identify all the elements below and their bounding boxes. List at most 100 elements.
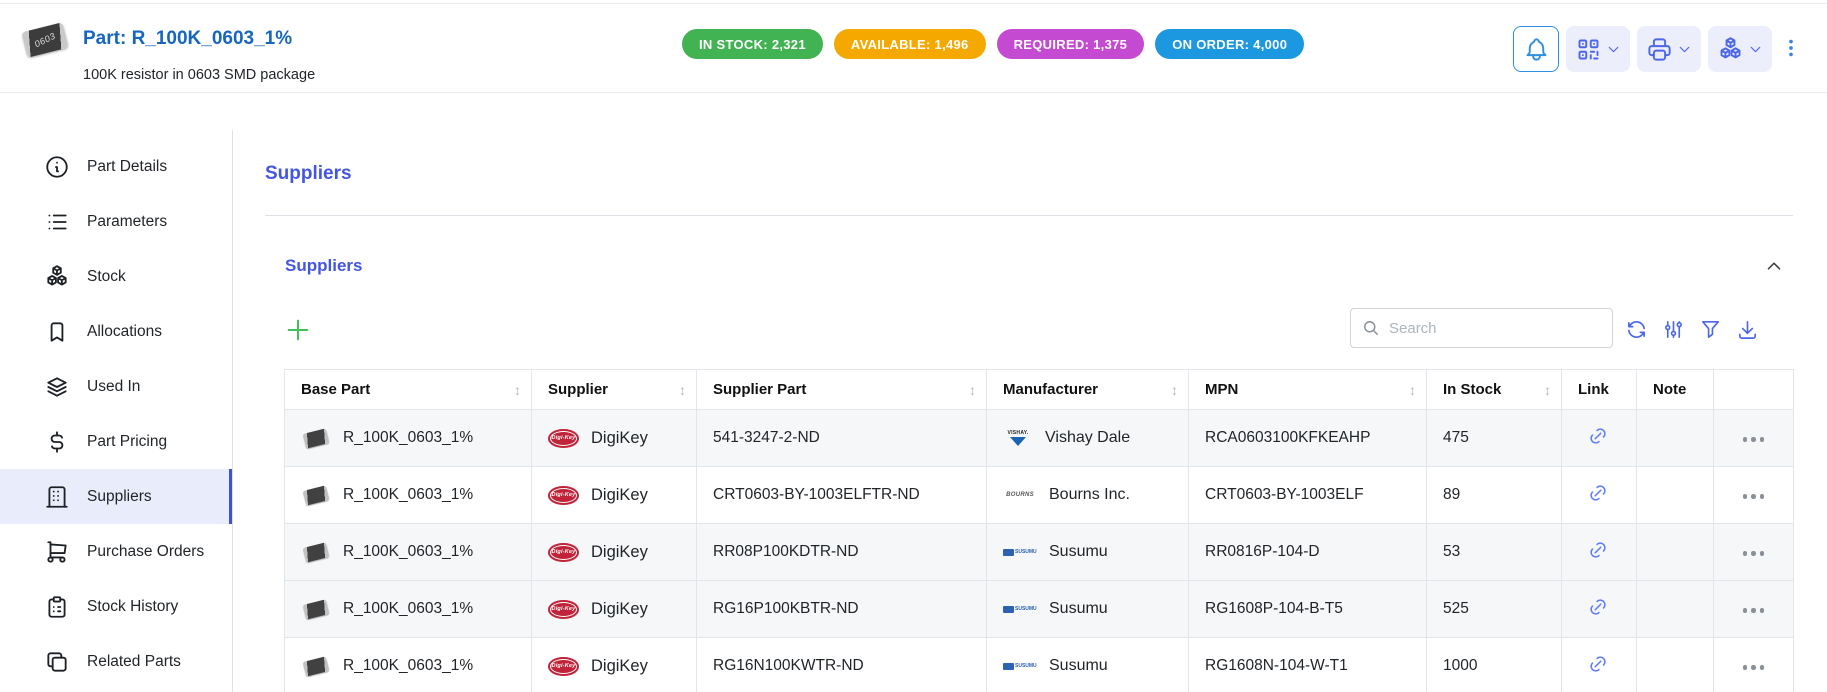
cell-base-part: R_100K_0603_1% xyxy=(285,410,532,467)
filter-button[interactable] xyxy=(1699,317,1723,341)
sidebar-item-suppliers[interactable]: Suppliers xyxy=(0,469,233,524)
table-row[interactable]: R_100K_0603_1%Digi-KeyDigiKeyRG16N100KWT… xyxy=(285,638,1794,692)
plus-icon xyxy=(284,332,312,347)
part-image[interactable]: 0603 xyxy=(22,20,68,60)
cell-supplier: Digi-KeyDigiKey xyxy=(532,581,697,638)
sidebar-item-stock[interactable]: Stock xyxy=(0,249,233,304)
row-actions-button[interactable] xyxy=(1737,602,1771,619)
supplier-link-button[interactable] xyxy=(1587,595,1611,619)
cell-supplier: Digi-KeyDigiKey xyxy=(532,524,697,581)
cell-in-stock: 1000 xyxy=(1427,638,1562,692)
column-header-note: Note xyxy=(1637,370,1714,410)
column-header-manufacturer[interactable]: Manufacturer ↕ xyxy=(987,370,1189,410)
cell-actions xyxy=(1714,638,1794,692)
notifications-button[interactable] xyxy=(1513,26,1559,72)
page-title: Part: R_100K_0603_1% xyxy=(83,28,292,50)
cell-mpn: CRT0603-BY-1003ELF xyxy=(1189,467,1427,524)
cell-supplier-part: RG16P100KBTR-ND xyxy=(697,581,987,638)
sort-icon: ↕ xyxy=(969,382,976,398)
resistor-chip-image: 0603 xyxy=(21,22,68,57)
cell-note xyxy=(1637,638,1714,692)
download-button[interactable] xyxy=(1736,317,1760,341)
search-input[interactable] xyxy=(1389,320,1602,337)
table-toolbar xyxy=(1625,317,1760,341)
sidebar-item-stock-history[interactable]: Stock History xyxy=(0,579,233,634)
print-actions-button[interactable] xyxy=(1637,26,1701,72)
related-parts-icon xyxy=(44,649,70,675)
section-heading: Suppliers xyxy=(265,163,352,185)
info-circle-icon xyxy=(44,154,70,180)
supplier-link-button[interactable] xyxy=(1587,652,1611,676)
part-thumbnail xyxy=(301,483,331,507)
cell-link xyxy=(1562,638,1637,692)
sidebar-item-allocations[interactable]: Allocations xyxy=(0,304,233,359)
row-actions-button[interactable] xyxy=(1737,545,1771,562)
table-row[interactable]: R_100K_0603_1%Digi-KeyDigiKeyRG16P100KBT… xyxy=(285,581,1794,638)
table-row[interactable]: R_100K_0603_1%Digi-KeyDigiKeyCRT0603-BY-… xyxy=(285,467,1794,524)
bourns-logo: BOURNS xyxy=(1003,492,1037,498)
printer-icon xyxy=(1646,36,1673,63)
table-row[interactable]: R_100K_0603_1%Digi-KeyDigiKeyRR08P100KDT… xyxy=(285,524,1794,581)
digikey-logo: Digi-Key xyxy=(548,600,579,619)
sidebar-item-related-parts[interactable]: Related Parts xyxy=(0,634,233,689)
column-header-base-part[interactable]: Base Part↕ xyxy=(285,370,532,410)
column-header-supplier-part[interactable]: Supplier Part↕ xyxy=(697,370,987,410)
panel-collapse-button[interactable] xyxy=(1762,255,1786,279)
column-header-supplier[interactable]: Supplier ↕ xyxy=(532,370,697,410)
add-supplier-part-button[interactable] xyxy=(283,316,313,346)
susumu-logo: SUSUMU xyxy=(1003,549,1037,556)
overflow-menu-button[interactable] xyxy=(1779,26,1803,72)
sidebar-item-part-pricing[interactable]: Part Pricing xyxy=(0,414,233,469)
row-actions-button[interactable] xyxy=(1737,488,1771,505)
sort-icon: ↕ xyxy=(1171,382,1178,398)
chevron-up-icon xyxy=(1763,265,1785,280)
column-settings-button[interactable] xyxy=(1662,317,1686,341)
badge-required: REQUIRED: 1,375 xyxy=(997,29,1145,59)
dots-vertical-icon xyxy=(1780,37,1802,62)
cell-note xyxy=(1637,467,1714,524)
sort-icon: ↕ xyxy=(1409,382,1416,398)
chevron-down-icon xyxy=(1747,41,1764,58)
row-actions-button[interactable] xyxy=(1737,659,1771,676)
cell-note xyxy=(1637,524,1714,581)
sidebar-item-label: Part Pricing xyxy=(87,433,167,451)
sidebar-item-parameters[interactable]: Parameters xyxy=(0,194,233,249)
column-header-actions xyxy=(1714,370,1794,410)
part-thumbnail xyxy=(301,426,331,450)
supplier-link-button[interactable] xyxy=(1587,481,1611,505)
stock-actions-button[interactable] xyxy=(1708,26,1772,72)
sidebar-item-part-details[interactable]: Part Details xyxy=(0,139,233,194)
badge-available: AVAILABLE: 1,496 xyxy=(834,29,986,59)
cell-mpn: RG1608P-104-B-T5 xyxy=(1189,581,1427,638)
cell-manufacturer: VISHAY.Vishay Dale xyxy=(987,410,1189,467)
barcode-actions-button[interactable] xyxy=(1566,26,1630,72)
susumu-logo: SUSUMU xyxy=(1003,606,1037,613)
sidebar-item-purchase-orders[interactable]: Purchase Orders xyxy=(0,524,233,579)
supplier-link-button[interactable] xyxy=(1587,424,1611,448)
header-actions xyxy=(1513,26,1803,72)
stock-cubes-icon xyxy=(44,264,70,290)
sort-icon: ↕ xyxy=(679,382,686,398)
column-header-mpn[interactable]: MPN↕ xyxy=(1189,370,1427,410)
sidebar-item-label: Stock xyxy=(87,268,126,286)
column-label: Note xyxy=(1653,381,1686,398)
building-icon xyxy=(44,484,70,510)
cell-actions xyxy=(1714,410,1794,467)
table-row[interactable]: R_100K_0603_1%Digi-KeyDigiKey541-3247-2-… xyxy=(285,410,1794,467)
column-header-in-stock[interactable]: In Stock↕ xyxy=(1427,370,1562,410)
cell-supplier-part: RG16N100KWTR-ND xyxy=(697,638,987,692)
row-actions-button[interactable] xyxy=(1737,431,1771,448)
list-icon xyxy=(44,209,70,235)
cell-base-part: R_100K_0603_1% xyxy=(285,638,532,692)
supplier-link-button[interactable] xyxy=(1587,538,1611,562)
column-label: Supplier xyxy=(548,381,608,398)
cell-supplier-part: 541-3247-2-ND xyxy=(697,410,987,467)
sidebar-item-label: Allocations xyxy=(87,323,162,341)
sidebar-item-used-in[interactable]: Used In xyxy=(0,359,233,414)
refresh-button[interactable] xyxy=(1625,317,1649,341)
cell-actions xyxy=(1714,581,1794,638)
column-label: Manufacturer xyxy=(1003,381,1098,398)
clipboard-icon xyxy=(44,594,70,620)
cell-in-stock: 525 xyxy=(1427,581,1562,638)
cell-note xyxy=(1637,410,1714,467)
